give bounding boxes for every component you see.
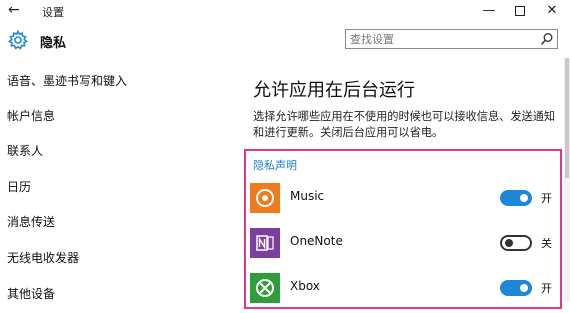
privacy-statement-link[interactable]: 隐私声明 — [253, 157, 297, 173]
app-row-xbox: Xbox 开 — [250, 273, 560, 313]
toggle-knob — [520, 194, 528, 202]
toggle-state-label: 关 — [541, 237, 552, 250]
toggle-state-label: 开 — [541, 192, 552, 205]
sidebar-item-radios[interactable]: 无线电收发器 — [7, 249, 79, 266]
sidebar-item-contacts[interactable]: 联系人 — [7, 142, 43, 159]
music-icon — [250, 183, 280, 213]
app-name: Music — [290, 189, 325, 203]
page-title: 隐私 — [40, 36, 67, 51]
sidebar-item-other-devices[interactable]: 其他设备 — [7, 285, 55, 302]
maximize-button[interactable] — [507, 1, 533, 21]
search-icon[interactable] — [540, 32, 554, 46]
scrollbar-thumb[interactable] — [565, 58, 569, 178]
sidebar-item-messaging[interactable]: 消息传送 — [7, 213, 55, 230]
toggle-state-label: 开 — [541, 282, 552, 295]
minimize-button[interactable]: — — [476, 1, 502, 21]
gear-icon — [8, 30, 28, 50]
maximize-icon — [515, 5, 525, 16]
xbox-background-toggle[interactable] — [500, 280, 532, 296]
onenote-icon — [250, 228, 280, 258]
back-arrow-icon[interactable]: ← — [8, 2, 20, 18]
toggle-knob — [505, 239, 513, 247]
search-box[interactable] — [345, 29, 558, 49]
toggle-knob — [520, 284, 528, 292]
scrollbar[interactable] — [564, 58, 570, 301]
sidebar-item-speech-inking-typing[interactable]: 语音、墨迹书写和键入 — [7, 72, 127, 89]
music-background-toggle[interactable] — [500, 190, 532, 206]
title-bar: ← 设置 — ✕ — [0, 0, 570, 22]
sidebar-item-account-info[interactable]: 帐户信息 — [7, 107, 55, 124]
app-row-onenote: OneNote 关 — [250, 228, 560, 268]
app-name: Xbox — [290, 279, 320, 293]
section-title: 允许应用在后台运行 — [253, 80, 415, 101]
xbox-icon — [250, 273, 280, 303]
search-input[interactable] — [350, 31, 530, 47]
window-title: 设置 — [42, 6, 64, 19]
app-row-music: Music 开 — [250, 183, 560, 223]
app-name: OneNote — [290, 234, 343, 248]
onenote-background-toggle[interactable] — [500, 235, 532, 251]
close-button[interactable]: ✕ — [539, 1, 565, 21]
section-description: 选择允许哪些应用在不使用的时候也可以接收信息、发送通知和进行更新。关闭后台应用可… — [253, 110, 556, 139]
sidebar-item-calendar[interactable]: 日历 — [7, 178, 31, 195]
